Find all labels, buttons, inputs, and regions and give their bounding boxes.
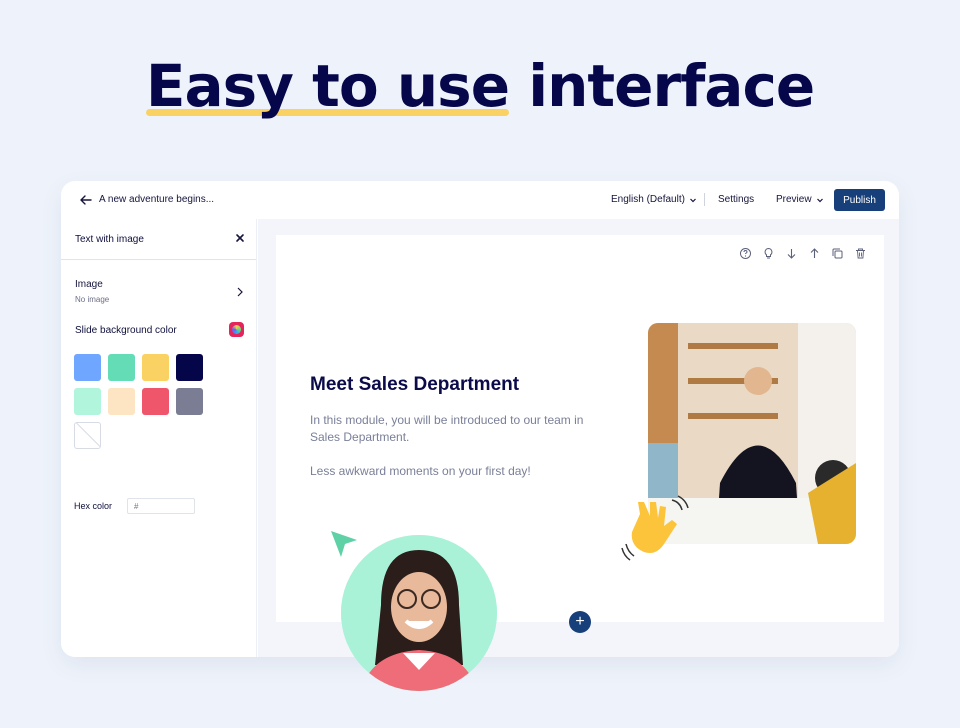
- settings-button[interactable]: Settings: [718, 194, 754, 205]
- color-swatch[interactable]: [74, 354, 101, 381]
- language-dropdown[interactable]: English (Default): [611, 194, 697, 205]
- color-swatch[interactable]: [108, 388, 135, 415]
- bulb-icon[interactable]: [762, 247, 775, 260]
- slide-toolbar: [739, 247, 867, 260]
- color-swatch[interactable]: [108, 354, 135, 381]
- copy-icon[interactable]: [831, 247, 844, 260]
- close-icon[interactable]: [235, 233, 245, 243]
- sidebar-title: Text with image: [75, 234, 144, 245]
- waving-hand-icon: [621, 495, 689, 561]
- color-wheel-icon: [232, 325, 241, 334]
- arrow-down-icon[interactable]: [785, 247, 798, 260]
- document-title: A new adventure begins...: [99, 194, 215, 205]
- headline-highlight: Easy to use: [145, 52, 510, 120]
- color-swatch[interactable]: [142, 354, 169, 381]
- slide-title: Meet Sales Department: [310, 374, 520, 395]
- image-setting-row[interactable]: Image No image: [61, 271, 257, 311]
- color-picker-button[interactable]: [229, 322, 244, 337]
- trash-icon[interactable]: [854, 247, 867, 260]
- chevron-down-icon: [689, 198, 696, 202]
- headline-rest: interface: [528, 52, 815, 120]
- bg-color-label: Slide background color: [75, 325, 177, 336]
- sidebar-header: Text with image: [61, 219, 256, 260]
- chevron-right-icon: [237, 287, 243, 297]
- hex-label: Hex color: [74, 501, 113, 511]
- arrow-up-icon[interactable]: [808, 247, 821, 260]
- page-headline: Easy to use interface: [0, 52, 960, 120]
- preview-label: Preview: [776, 194, 812, 205]
- image-label: Image: [75, 279, 103, 290]
- swatch-none[interactable]: [74, 422, 101, 449]
- language-label: English (Default): [611, 194, 685, 205]
- slide-body-secondary: Less awkward moments on your first day!: [310, 464, 531, 478]
- add-block-button[interactable]: +: [569, 611, 591, 633]
- image-value: No image: [75, 295, 110, 304]
- help-icon[interactable]: [739, 247, 752, 260]
- color-swatch[interactable]: [142, 388, 169, 415]
- preview-dropdown[interactable]: Preview: [776, 194, 824, 205]
- color-swatch[interactable]: [176, 388, 203, 415]
- slide-body: In this module, you will be introduced t…: [310, 413, 584, 444]
- color-swatch[interactable]: [176, 354, 203, 381]
- hex-input[interactable]: [127, 498, 195, 514]
- top-bar: A new adventure begins... English (Defau…: [61, 181, 899, 219]
- publish-button[interactable]: Publish: [834, 189, 885, 211]
- properties-sidebar: Text with image Image No image Slide bac…: [61, 219, 257, 657]
- pointer-arrow-icon: [331, 531, 357, 557]
- chevron-down-icon: [816, 198, 823, 202]
- back-arrow-icon[interactable]: [79, 193, 93, 207]
- color-swatch[interactable]: [74, 388, 101, 415]
- divider: [704, 193, 705, 206]
- avatar: [341, 535, 497, 691]
